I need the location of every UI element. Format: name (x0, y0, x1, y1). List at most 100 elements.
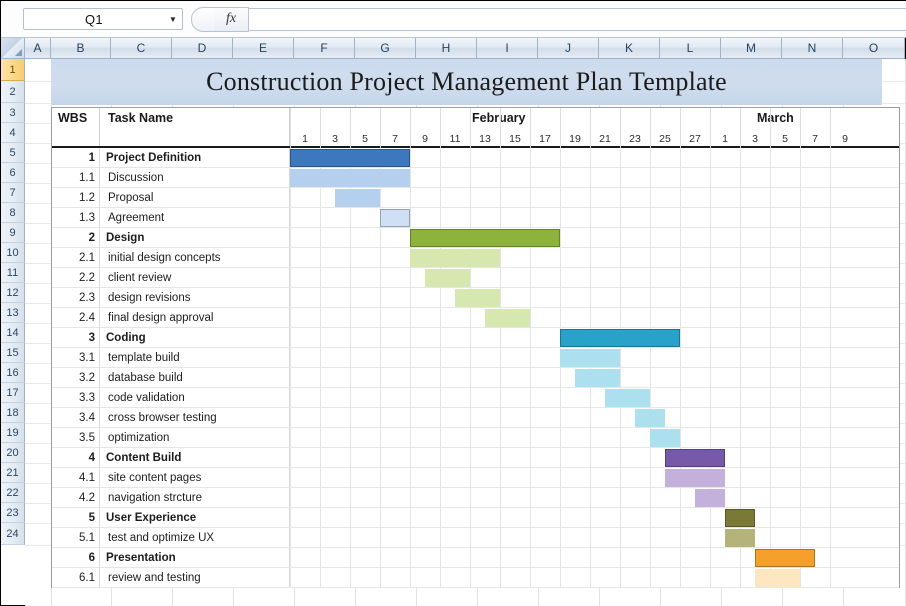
gantt-bar[interactable] (755, 569, 800, 587)
gantt-bar[interactable] (665, 469, 725, 487)
gantt-bar[interactable] (380, 209, 410, 227)
grid-line-vertical (410, 388, 411, 407)
grid-line-vertical (290, 188, 291, 207)
table-row[interactable]: 2.4 final design approval (52, 308, 899, 328)
grid-line-vertical (560, 408, 561, 427)
grid-line-vertical (320, 468, 321, 487)
formula-toggle-icon[interactable] (191, 6, 214, 32)
gantt-bar[interactable] (635, 409, 665, 427)
gantt-bar[interactable] (290, 169, 410, 187)
gantt-bar[interactable] (425, 269, 470, 287)
row-header-7[interactable]: 7 (1, 183, 25, 203)
row-header-13[interactable]: 13 (1, 303, 25, 323)
row-header-20[interactable]: 20 (1, 443, 25, 463)
row-header-3[interactable]: 3 (1, 103, 25, 123)
column-header-c[interactable]: C (111, 38, 172, 59)
table-row[interactable]: 3.1 template build (52, 348, 899, 368)
table-row[interactable]: 6.1 review and testing (52, 568, 899, 588)
row-header-1[interactable]: 1 (1, 59, 25, 81)
column-header-l[interactable]: L (660, 38, 721, 59)
row-header-6[interactable]: 6 (1, 163, 25, 183)
gantt-bar[interactable] (665, 449, 725, 467)
table-row[interactable]: 2.1 initial design concepts (52, 248, 899, 268)
row-header-21[interactable]: 21 (1, 463, 25, 483)
row-header-4[interactable]: 4 (1, 123, 25, 143)
row-header-12[interactable]: 12 (1, 283, 25, 303)
table-row[interactable]: 1.2 Proposal (52, 188, 899, 208)
row-header-17[interactable]: 17 (1, 383, 25, 403)
gantt-bar[interactable] (695, 489, 725, 507)
column-header-d[interactable]: D (172, 38, 233, 59)
gantt-bar[interactable] (410, 229, 560, 247)
gantt-bar[interactable] (485, 309, 530, 327)
gantt-bar[interactable] (560, 349, 620, 367)
gantt-bar[interactable] (575, 369, 620, 387)
table-row[interactable]: 2.2 client review (52, 268, 899, 288)
row-header-19[interactable]: 19 (1, 423, 25, 443)
day-label: 21 (599, 132, 611, 145)
row-header-15[interactable]: 15 (1, 343, 25, 363)
column-header-e[interactable]: E (233, 38, 294, 59)
row-header-23[interactable]: 23 (1, 503, 25, 523)
row-header-16[interactable]: 16 (1, 363, 25, 383)
grid-line-vertical (470, 508, 471, 527)
name-box[interactable]: Q1 ▼ (23, 8, 183, 30)
gantt-bar[interactable] (650, 429, 680, 447)
table-row[interactable]: 5.1 test and optimize UX (52, 528, 899, 548)
gantt-bar[interactable] (605, 389, 650, 407)
table-row[interactable]: 3.5 optimization (52, 428, 899, 448)
insert-function-button[interactable]: fx (214, 6, 249, 32)
row-header-5[interactable]: 5 (1, 143, 25, 163)
column-header-i[interactable]: I (477, 38, 538, 59)
table-row[interactable]: 2 Design (52, 228, 899, 248)
table-row[interactable]: 5 User Experience (52, 508, 899, 528)
column-header-j[interactable]: J (538, 38, 599, 59)
column-header-o[interactable]: O (843, 38, 905, 59)
grid-line-vertical (380, 568, 381, 587)
row-header-11[interactable]: 11 (1, 263, 25, 283)
table-row[interactable]: 4 Content Build (52, 448, 899, 468)
day-label: 17 (539, 132, 551, 145)
table-row[interactable]: 2.3 design revisions (52, 288, 899, 308)
table-row[interactable]: 3.3 code validation (52, 388, 899, 408)
table-row[interactable]: 1 Project Definition (52, 148, 899, 168)
select-all-corner[interactable] (1, 38, 25, 59)
column-header-m[interactable]: M (721, 38, 782, 59)
gantt-bar[interactable] (725, 529, 755, 547)
row-header-14[interactable]: 14 (1, 323, 25, 343)
table-row[interactable]: 3 Coding (52, 328, 899, 348)
row-header-24[interactable]: 24 (1, 523, 25, 545)
table-row[interactable]: 3.2 database build (52, 368, 899, 388)
table-row[interactable]: 6 Presentation (52, 548, 899, 568)
column-header-f[interactable]: F (294, 38, 355, 59)
row-header-22[interactable]: 22 (1, 483, 25, 503)
table-row[interactable]: 1.3 Agreement (52, 208, 899, 228)
gantt-bar[interactable] (755, 549, 815, 567)
gantt-bar[interactable] (290, 149, 410, 167)
column-header-k[interactable]: K (599, 38, 660, 59)
row-header-9[interactable]: 9 (1, 223, 25, 243)
gantt-bar[interactable] (410, 249, 500, 267)
column-header-n[interactable]: N (782, 38, 843, 59)
formula-input[interactable] (249, 7, 906, 31)
table-row[interactable]: 4.2 navigation strcture (52, 488, 899, 508)
table-row[interactable]: 1.1 Discussion (52, 168, 899, 188)
table-row[interactable]: 3.4 cross browser testing (52, 408, 899, 428)
chevron-down-icon[interactable]: ▼ (164, 15, 182, 24)
grid-line-vertical (290, 388, 291, 407)
row-header-18[interactable]: 18 (1, 403, 25, 423)
row-header-8[interactable]: 8 (1, 203, 25, 223)
row-header-10[interactable]: 10 (1, 243, 25, 263)
gantt-bar[interactable] (725, 509, 755, 527)
column-header-a[interactable]: A (25, 38, 51, 59)
grid-line-vertical (350, 268, 351, 287)
gantt-bar[interactable] (455, 289, 500, 307)
table-row[interactable]: 4.1 site content pages (52, 468, 899, 488)
cell-timeline (290, 428, 899, 447)
column-header-g[interactable]: G (355, 38, 416, 59)
row-header-2[interactable]: 2 (1, 81, 25, 103)
gantt-bar[interactable] (560, 329, 680, 347)
gantt-bar[interactable] (335, 189, 380, 207)
column-header-b[interactable]: B (51, 38, 111, 59)
column-header-h[interactable]: H (416, 38, 477, 59)
